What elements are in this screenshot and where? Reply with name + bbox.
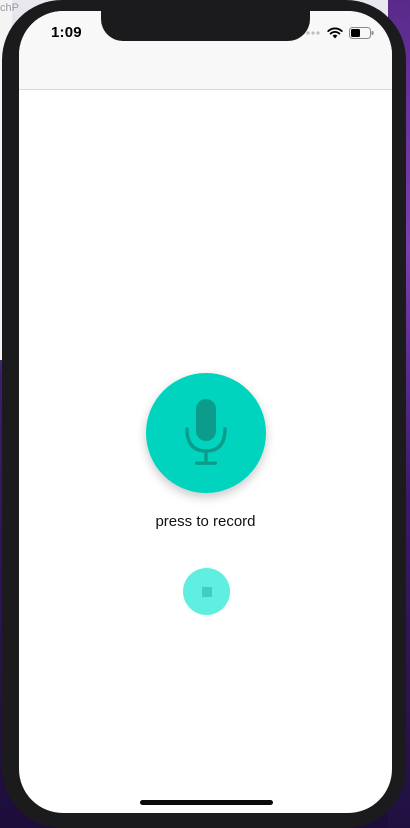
status-icons [301,27,374,39]
stop-icon [201,586,212,597]
microphone-icon [185,399,227,465]
home-indicator[interactable] [140,800,273,805]
device-notch [101,11,310,41]
wifi-icon [327,27,343,39]
record-button[interactable] [146,373,266,493]
battery-icon [349,27,374,39]
app-screen: 1:09 press to record [19,11,392,813]
stop-button[interactable] [183,568,230,615]
phone-frame: 1:09 press to record [2,0,406,828]
record-instruction-label: press to record [155,513,256,530]
navigation-bar [19,55,392,90]
status-time: 1:09 [51,24,82,41]
